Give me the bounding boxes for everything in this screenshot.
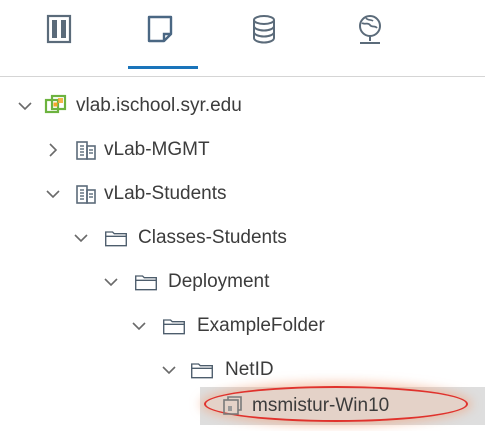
vcenter-icon	[44, 94, 67, 114]
folder-icon	[191, 363, 213, 379]
tree-node-label[interactable]: vlab.ischool.syr.edu	[76, 94, 242, 118]
tree-node-label[interactable]: ExampleFolder	[197, 314, 325, 338]
chevron-down-icon[interactable]	[16, 97, 34, 115]
tree-node-label[interactable]: msmistur-Win10	[252, 394, 389, 418]
datacenter-icon	[76, 141, 96, 160]
tree-node-folder-classes[interactable]: Classes-Students	[0, 217, 485, 259]
datacenter-icon	[76, 185, 96, 204]
folder-icon	[105, 231, 127, 247]
tree-node-vcenter[interactable]: vlab.ischool.syr.edu	[0, 85, 485, 127]
tree-node-label[interactable]: Deployment	[168, 270, 269, 294]
networking-icon	[359, 15, 381, 44]
tree-node-datacenter-mgmt[interactable]: vLab-MGMT	[0, 129, 485, 171]
hosts-clusters-icon	[46, 14, 72, 44]
tab-hosts-clusters[interactable]	[24, 0, 94, 76]
chevron-down-icon[interactable]	[44, 185, 62, 203]
chevron-down-icon[interactable]	[72, 229, 90, 247]
storage-icon	[253, 15, 275, 44]
tree-node-vm[interactable]: msmistur-Win10	[0, 385, 485, 427]
active-tab-indicator	[128, 66, 198, 69]
chevron-down-icon[interactable]	[102, 273, 120, 291]
chevron-down-icon[interactable]	[160, 361, 178, 379]
folder-icon	[135, 275, 157, 291]
tab-networking[interactable]	[335, 0, 405, 76]
tree-node-label[interactable]: vLab-MGMT	[104, 138, 210, 162]
tab-vms-templates[interactable]	[125, 0, 195, 76]
tree-node-label[interactable]: NetID	[225, 358, 274, 382]
tree-node-folder-example[interactable]: ExampleFolder	[0, 305, 485, 347]
tree-node-folder-deployment[interactable]: Deployment	[0, 261, 485, 303]
chevron-down-icon[interactable]	[130, 317, 148, 335]
navigator-tab-bar	[0, 0, 485, 77]
tree-node-datacenter-students[interactable]: vLab-Students	[0, 173, 485, 215]
tab-storage[interactable]	[229, 0, 299, 76]
vm-icon	[223, 396, 242, 415]
tree-node-label[interactable]: Classes-Students	[138, 226, 287, 250]
chevron-right-icon[interactable]	[44, 141, 62, 159]
vms-templates-icon	[147, 15, 173, 43]
folder-icon	[163, 319, 185, 335]
tree-node-label[interactable]: vLab-Students	[104, 182, 227, 206]
